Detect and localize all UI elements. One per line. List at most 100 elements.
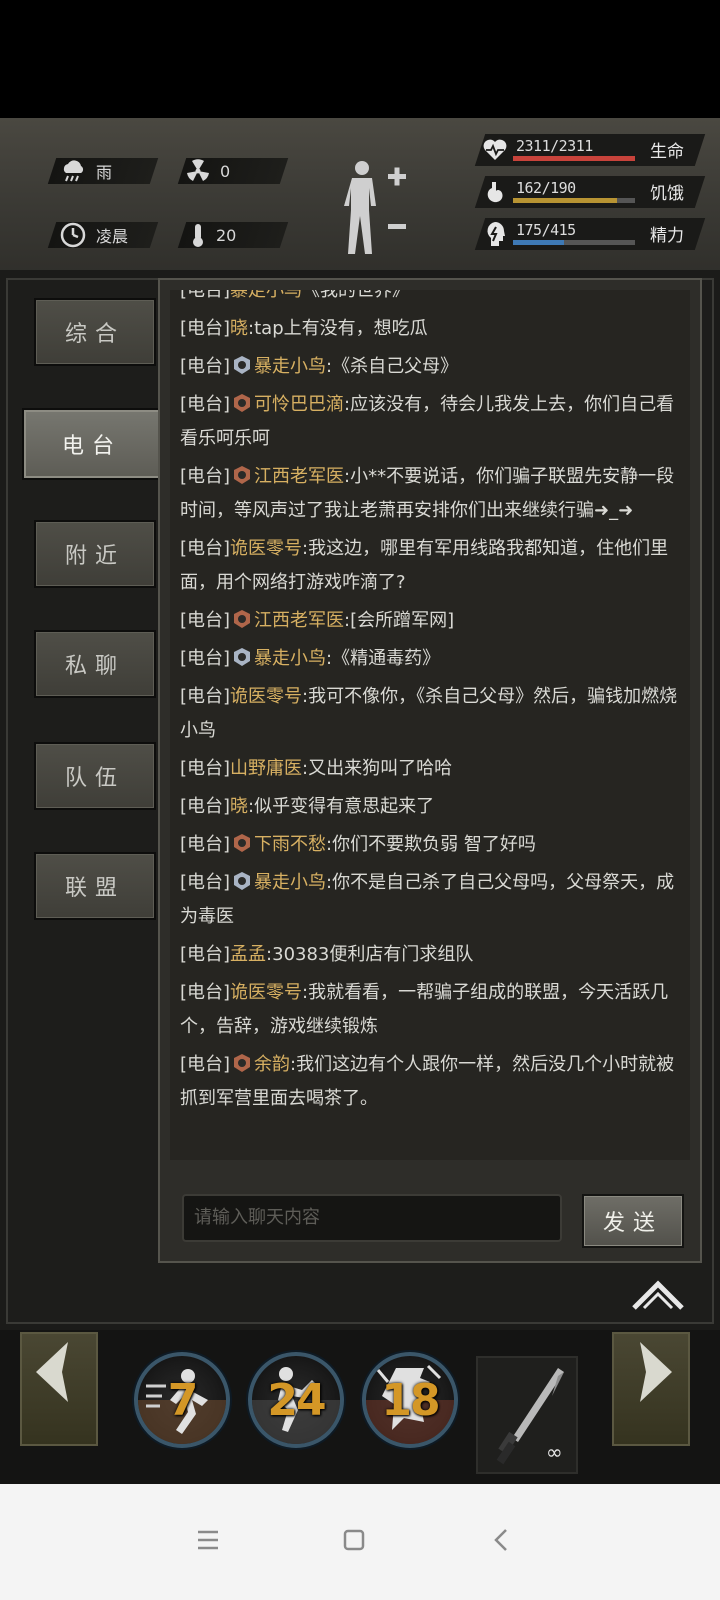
player-name[interactable]: 下雨不愁 <box>254 834 326 855</box>
message-text: :又出来狗叫了哈哈 <box>302 758 453 779</box>
channel-tag: [电台] <box>180 394 231 415</box>
health-value: 2311/2311 <box>516 137 593 155</box>
chat-message: [电台]诡医零号:我可不像你，《杀自己父母》然后，骗钱加燃烧小鸟 <box>180 680 688 748</box>
chat-message: [电台] 暴走小鸟:《杀自己父母》 <box>180 350 688 384</box>
rain-cloud-icon <box>63 160 84 182</box>
radiation-chip: 0 <box>186 158 230 184</box>
channel-tag: [电台] <box>180 356 231 377</box>
energy-value: 175/415 <box>516 221 576 239</box>
tab-radio[interactable]: 电台 <box>22 408 162 480</box>
player-name[interactable]: 诡医零号 <box>230 538 302 559</box>
energy-label: 精力 <box>650 226 684 246</box>
chat-message: [电台] 暴走小鸟:《精通毒药》 <box>180 642 688 676</box>
tab-alliance[interactable]: 联盟 <box>34 852 156 920</box>
player-name[interactable]: 诡医零号 <box>230 686 302 707</box>
body-status-icon[interactable] <box>340 158 416 258</box>
chat-message: [电台]诡医零号:我这边，哪里有军用线路我都知道，住他们里面，用个网络打游戏咋滴… <box>180 532 688 600</box>
player-name[interactable]: 暴走小鸟 <box>254 872 326 893</box>
radiation-icon <box>187 159 209 181</box>
skill-sprint[interactable]: 7 <box>134 1352 230 1448</box>
chat-message: [电台] 余韵:我们这边有个人跟你一样，然后没几个小时就被抓到军营里面去喝茶了。 <box>180 1048 688 1116</box>
heart-pulse-icon <box>483 139 507 160</box>
temperature-value: 20 <box>216 225 237 245</box>
player-name[interactable]: 晓 <box>230 796 248 817</box>
player-name[interactable]: 暴走小鸟 <box>254 356 326 377</box>
channel-tag: [电台] <box>180 1054 231 1075</box>
send-button[interactable]: 发送 <box>582 1194 684 1248</box>
channel-tag: [电台] <box>180 318 231 339</box>
player-name[interactable]: 晓 <box>230 318 248 339</box>
message-text: :tap上有没有，想吃瓜 <box>248 318 428 339</box>
silver-rank-badge-icon <box>234 356 251 374</box>
menu-icon[interactable] <box>188 1520 228 1560</box>
time-chip: 凌晨 <box>60 222 128 248</box>
chat-message: [电台]晓:tap上有没有，想吃瓜 <box>180 312 688 346</box>
hunger-value: 162/190 <box>516 179 576 197</box>
player-name[interactable]: 可怜巴巴滴 <box>254 394 344 415</box>
player-name[interactable]: 江西老军医 <box>254 610 344 631</box>
health-label: 生命 <box>650 142 684 162</box>
next-page-button[interactable] <box>612 1332 690 1446</box>
channel-tag: [电台] <box>180 758 231 779</box>
weapon-slot[interactable]: ∞ <box>476 1356 578 1474</box>
health-fill <box>513 156 635 161</box>
system-nav-bar <box>0 1484 720 1600</box>
message-text: :似乎变得有意思起来了 <box>248 796 435 817</box>
hunger-bar: 162/190 饥饿 <box>474 176 716 208</box>
tab-nearby[interactable]: 附近 <box>34 520 156 588</box>
chat-message: [电台] 暴走小鸟:你不是自己杀了自己父母吗，父母祭天，成为毒医 <box>180 866 688 934</box>
message-text: :《杀自己父母》 <box>326 356 459 377</box>
chat-message: [电台]晓:似乎变得有意思起来了 <box>180 790 688 824</box>
weather-text: 雨 <box>96 163 113 182</box>
player-name[interactable]: 余韵 <box>254 1054 290 1075</box>
temperature-chip: 20 <box>190 222 236 248</box>
player-name[interactable]: 暴走小鸟 <box>254 648 326 669</box>
home-icon[interactable] <box>334 1520 374 1560</box>
player-name[interactable]: 江西老军医 <box>254 466 344 487</box>
skill-shield-count: 18 <box>381 1374 440 1426</box>
stomach-icon <box>487 182 503 203</box>
player-name[interactable]: 孟孟 <box>230 944 266 965</box>
head-energy-icon <box>487 222 505 246</box>
clock-icon <box>60 222 86 248</box>
chat-input[interactable]: 请输入聊天内容 <box>182 1194 562 1242</box>
channel-tag: [电台] <box>180 796 231 817</box>
chat-message: [电台]诡医零号:我就看看，一帮骗子组成的联盟，今天活跃几个，告辞，游戏继续锻炼 <box>180 976 688 1044</box>
message-text: :你们不要欺负弱 智了好吗 <box>326 834 536 855</box>
channel-tag: [电台] <box>180 466 231 487</box>
skill-shield[interactable]: 18 <box>362 1352 458 1448</box>
energy-bar: 175/415 精力 <box>474 218 716 250</box>
chat-message: [电台]暴走小鸟《我的世界》 <box>180 290 688 308</box>
back-icon[interactable] <box>482 1520 522 1560</box>
skill-sprint-count: 7 <box>167 1374 199 1426</box>
collapse-chevron-icon[interactable] <box>630 1278 686 1314</box>
bronze-rank-badge-icon <box>234 1054 251 1072</box>
player-name[interactable]: 暴走小鸟 <box>230 290 302 301</box>
tab-private[interactable]: 私聊 <box>34 630 156 698</box>
chat-message: [电台] 可怜巴巴滴:应该没有，待会儿我发上去，你们自己看看乐呵乐呵 <box>180 388 688 456</box>
channel-tag: [电台] <box>180 944 231 965</box>
channel-tag: [电台] <box>180 982 231 1003</box>
player-name[interactable]: 诡医零号 <box>230 982 302 1003</box>
hunger-label: 饥饿 <box>650 184 684 204</box>
skill-dodge[interactable]: 24 <box>248 1352 344 1448</box>
prev-page-button[interactable] <box>20 1332 98 1446</box>
message-text: :《精通毒药》 <box>326 648 441 669</box>
message-text: :30383便利店有门求组队 <box>266 944 474 965</box>
channel-tag: [电台] <box>180 648 231 669</box>
player-name[interactable]: 山野庸医 <box>230 758 302 779</box>
chat-message: [电台]孟孟:30383便利店有门求组队 <box>180 938 688 972</box>
time-of-day-text: 凌晨 <box>96 227 129 246</box>
chat-log[interactable]: [电台]暴走小鸟《我的世界》 [电台]晓:tap上有没有，想吃瓜 [电台] 暴走小鸟:… <box>170 290 690 1160</box>
silver-rank-badge-icon <box>234 872 251 890</box>
hunger-fill <box>513 198 618 203</box>
message-text: :[会所蹭军网] <box>344 610 455 631</box>
skill-dodge-count: 24 <box>267 1374 326 1426</box>
chat-message: [电台] 下雨不愁:你们不要欺负弱 智了好吗 <box>180 828 688 862</box>
weapon-durability: ∞ <box>546 1440 563 1464</box>
tab-general[interactable]: 综合 <box>34 298 156 366</box>
channel-tag: [电台] <box>180 290 231 301</box>
bronze-rank-badge-icon <box>234 610 251 628</box>
health-bar: 2311/2311 生命 <box>474 134 716 166</box>
tab-team[interactable]: 队伍 <box>34 742 156 810</box>
